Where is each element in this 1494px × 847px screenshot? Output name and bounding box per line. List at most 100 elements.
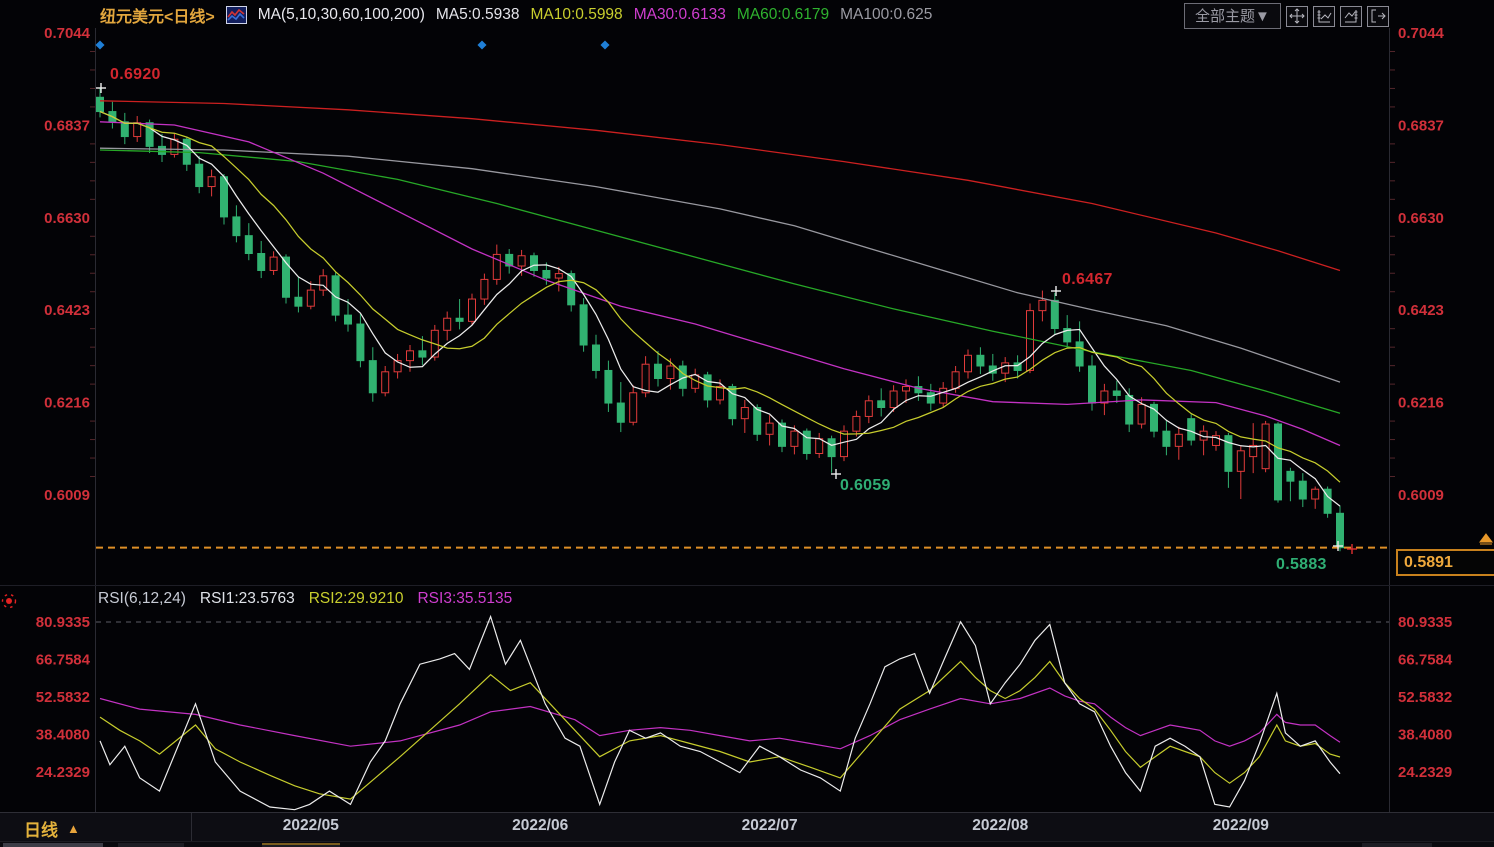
- rsi2-value: RSI2:29.9210: [308, 590, 404, 607]
- candle-up: [864, 400, 873, 417]
- axis-label: 52.5832: [36, 689, 90, 706]
- candle-down: [1125, 394, 1134, 425]
- candle-down: [1187, 418, 1196, 441]
- ma100-value: MA100:0.625: [840, 6, 933, 23]
- low-annotation-july: 0.6059: [840, 477, 891, 494]
- candle-down: [1286, 470, 1295, 482]
- candle-down: [877, 400, 886, 409]
- event-dot-icon: [600, 40, 610, 50]
- rsi3-value: RSI3:35.5135: [417, 590, 513, 607]
- candle-down: [96, 96, 104, 113]
- time-axis-bar: 日线 ▲ 2022/05 2022/06 2022/07 2022/08 2022/09: [0, 812, 1494, 841]
- candle-up: [666, 365, 675, 379]
- axis-label: 0.6630: [1398, 210, 1444, 227]
- ma10-value: MA10:0.5998: [530, 6, 623, 23]
- left-scale-icon[interactable]: [1312, 5, 1335, 27]
- chart-header: 纽元美元<日线> MA(5,10,30,60,100,200) MA5:0.59…: [0, 0, 1494, 29]
- kline-chart-icon: [225, 6, 247, 24]
- axis-label: 0.6630: [44, 210, 90, 227]
- candle-down: [926, 392, 935, 404]
- candle-down: [120, 121, 129, 138]
- current-price-tag: 0.5891: [1396, 549, 1494, 576]
- x-axis-label: 2022/08: [972, 817, 1029, 834]
- candle-up: [964, 354, 972, 373]
- candle-down: [356, 323, 365, 362]
- x-axis-label: 2022/06: [512, 817, 569, 834]
- candle-up: [1026, 310, 1034, 371]
- symbol-title: 纽元美元<日线>: [100, 9, 215, 26]
- candle-up: [790, 430, 799, 447]
- rsi-header: RSI(6,12,24) RSI1:23.5763 RSI2:29.9210 R…: [98, 590, 512, 608]
- axis-label: 24.2329: [1398, 764, 1452, 781]
- bottom-tab[interactable]: [1362, 843, 1432, 847]
- axis-label: 0.6837: [1398, 117, 1444, 134]
- candle-up: [406, 350, 414, 362]
- axis-label: 38.4080: [1398, 727, 1452, 744]
- period-up-arrow-icon: ▲: [67, 821, 80, 836]
- axis-label: 0.6423: [1398, 302, 1444, 319]
- candle-down: [827, 438, 836, 458]
- price-pane: [96, 88, 1344, 552]
- period-label: 日线: [24, 821, 58, 840]
- candle-down: [542, 269, 551, 279]
- candle-down: [604, 369, 613, 404]
- candle-up: [207, 176, 216, 188]
- candle-up: [951, 371, 960, 389]
- ma-line: [99, 100, 1341, 272]
- bottom-tab[interactable]: [3, 843, 103, 847]
- candle-up: [939, 387, 948, 404]
- period-selector[interactable]: 日线 ▲: [24, 816, 80, 841]
- rsi-line-rsi3: [99, 687, 1341, 750]
- axis-label: 0.6216: [1398, 395, 1444, 412]
- candle-up: [480, 278, 489, 300]
- candle-up: [1100, 390, 1109, 404]
- candle-up: [1137, 403, 1146, 425]
- axis-label: 0.6009: [44, 487, 90, 504]
- candle-up: [840, 430, 848, 458]
- candle-down: [592, 344, 600, 371]
- axis-label: 24.2329: [36, 764, 90, 781]
- candle-up: [1236, 450, 1245, 472]
- high-annotation-august: 0.6467: [1062, 271, 1113, 288]
- candle-down: [257, 253, 266, 271]
- candle-down: [579, 304, 588, 346]
- high-annotation-start: 0.6920: [110, 66, 161, 83]
- candle-down: [1162, 430, 1171, 447]
- indicator-dot-icon[interactable]: [1, 592, 19, 610]
- candle-up: [306, 289, 315, 307]
- divider: [191, 813, 192, 841]
- candle-up: [381, 371, 390, 394]
- candle-down: [220, 176, 228, 218]
- candle-down: [530, 255, 538, 271]
- detach-window-icon[interactable]: [1366, 5, 1389, 27]
- pan-move-icon[interactable]: [1285, 5, 1308, 27]
- extreme-cross-marker: [1347, 544, 1357, 554]
- rsi-settings-label: RSI(6,12,24): [98, 590, 186, 607]
- axis-label: 66.7584: [36, 651, 91, 668]
- event-dot-icon: [477, 40, 487, 50]
- candle-up: [641, 363, 650, 394]
- bottom-tab[interactable]: [118, 843, 184, 847]
- candle-down: [616, 402, 625, 423]
- candle-down: [1050, 299, 1059, 330]
- candle-down: [244, 235, 253, 255]
- candle-up: [133, 122, 142, 138]
- candlestick-chart[interactable]: 0.7044 0.70440.6837 0.68370.6630 0.66300.64…: [0, 0, 1494, 812]
- axis-label: 0.6009: [1398, 487, 1444, 504]
- candle-up: [1311, 488, 1320, 500]
- candle-up: [815, 438, 824, 454]
- ma30-value: MA30:0.6133: [633, 6, 726, 23]
- candle-down: [1088, 365, 1096, 404]
- candle-down: [232, 216, 241, 237]
- right-scale-icon[interactable]: [1339, 5, 1362, 27]
- axis-label: 0.6216: [44, 395, 90, 412]
- ma-line: [99, 111, 1341, 507]
- axis-label: 0.6423: [44, 302, 90, 319]
- theme-dropdown[interactable]: 全部主题▼: [1184, 3, 1281, 29]
- event-dot-icon: [95, 40, 105, 50]
- candle-down: [753, 407, 762, 435]
- candle-up: [765, 422, 774, 435]
- bottom-tab[interactable]: [262, 843, 340, 847]
- ma-settings-label: MA(5,10,30,60,100,200): [257, 6, 425, 23]
- candle-up: [1038, 299, 1047, 312]
